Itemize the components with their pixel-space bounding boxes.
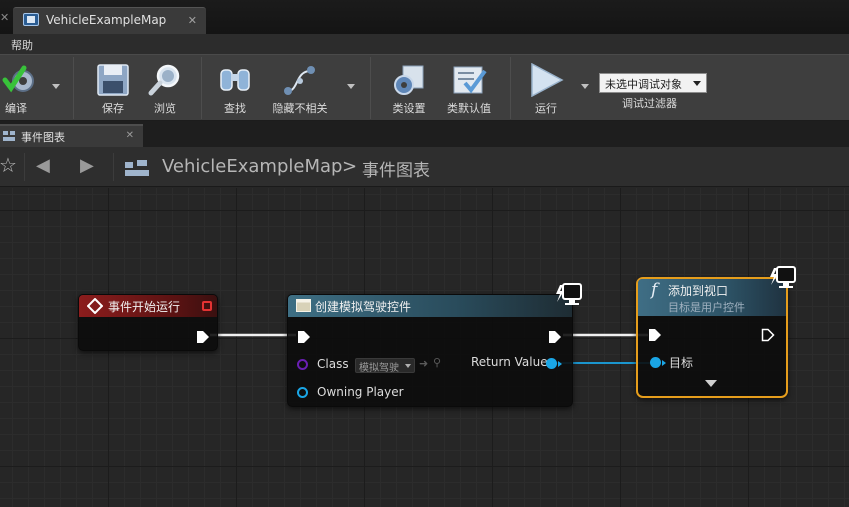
event-graph-icon [3, 131, 15, 141]
add-to-viewport-node[interactable]: f 添加到视口 目标是用户控件 目标 [636, 277, 788, 398]
widget-node-icon [296, 299, 311, 312]
exec-in-pin[interactable] [648, 328, 662, 342]
browse-asset-magnifier-icon[interactable]: ⚲ [433, 356, 441, 369]
target-pin-arrow [662, 360, 666, 366]
begin-play-title: 事件开始运行 [108, 300, 181, 314]
compile-options-dropdown[interactable] [52, 84, 60, 89]
browse-button[interactable]: 浏览 [145, 61, 185, 117]
breadcrumb-chevron: > [342, 156, 358, 177]
class-settings-gear-icon [394, 65, 424, 95]
return-value-pin[interactable] [546, 358, 557, 369]
exec-out-pin[interactable] [196, 330, 210, 344]
play-icon [531, 63, 564, 97]
debug-object-value: 未选中调试对象 [605, 78, 682, 91]
save-button[interactable]: 保存 [93, 61, 133, 117]
breadcrumb-graph[interactable]: 事件图表 [362, 156, 430, 181]
breadcrumb-separator [24, 153, 25, 181]
tab-event-graph[interactable]: 事件图表 ✕ [0, 124, 143, 147]
class-defaults-label: 类默认值 [447, 102, 491, 115]
binoculars-icon [220, 69, 250, 91]
event-diamond-icon [87, 298, 103, 314]
panel-tab-strip: 事件图表 ✕ [0, 121, 849, 147]
class-select-value: 模拟驾驶 [359, 363, 399, 374]
compile-button[interactable]: 编译 [0, 61, 40, 117]
run-button[interactable]: 运行 [525, 61, 567, 117]
tab-event-graph-label: 事件图表 [21, 131, 65, 144]
toolbar-separator [201, 57, 202, 119]
owning-player-label: Owning Player [317, 385, 404, 399]
hide-unrelated-dropdown[interactable] [347, 84, 355, 89]
close-tab-icon[interactable]: ✕ [126, 130, 134, 141]
add-to-viewport-subtitle: 目标是用户控件 [668, 301, 745, 314]
close-icon[interactable]: ✕ [0, 12, 9, 23]
forward-arrow-icon[interactable]: ▶ [80, 157, 94, 175]
function-icon: f [651, 280, 658, 300]
back-arrow-icon[interactable]: ◀ [36, 157, 50, 175]
class-settings-label: 类设置 [392, 102, 426, 115]
return-value-label: Return Value [471, 355, 548, 369]
create-widget-title: 创建模拟驾驶控件 [315, 300, 412, 314]
expand-pins-arrow-icon[interactable] [705, 380, 717, 387]
chevron-down-icon [693, 81, 701, 86]
find-button[interactable]: 查找 [215, 61, 255, 117]
save-disk-icon [97, 64, 129, 96]
blueprint-tab-icon [23, 13, 39, 26]
owning-player-pin[interactable] [297, 387, 308, 398]
toolbar-separator [510, 57, 511, 119]
hide-unrelated-button[interactable]: 隐藏不相关 [270, 61, 330, 117]
toolbar-separator [370, 57, 371, 119]
save-label: 保存 [102, 102, 124, 115]
add-to-viewport-title: 添加到视口 [668, 284, 729, 298]
toolbar: 编译 保存 浏览 查找 隐藏不相关 类设置 类默认值 运行 未选中调试对象 [0, 54, 849, 121]
favorite-star-icon[interactable]: ☆ [0, 155, 17, 175]
run-options-dropdown[interactable] [581, 84, 589, 89]
class-defaults-button[interactable]: 类默认值 [444, 61, 494, 117]
target-pin[interactable] [650, 357, 661, 368]
find-label: 查找 [224, 102, 246, 115]
class-input-pin[interactable] [297, 359, 308, 370]
network-client-icon [770, 266, 796, 288]
class-settings-button[interactable]: 类设置 [388, 61, 430, 117]
breadcrumb-map[interactable]: VehicleExampleMap [162, 156, 342, 177]
magnifier-icon [148, 64, 180, 96]
return-value-pin-arrow [558, 361, 562, 367]
target-pin-label: 目标 [669, 356, 694, 370]
blueprint-graph-icon [125, 160, 149, 176]
compile-gear-check-icon [2, 65, 34, 93]
document-tab-label: VehicleExampleMap [46, 13, 167, 27]
compile-label: 编译 [5, 102, 27, 115]
menu-bar: 帮助 [0, 34, 849, 54]
class-defaults-check-icon [453, 66, 487, 94]
close-tab-icon[interactable]: ✕ [188, 14, 197, 27]
run-label: 运行 [535, 102, 557, 115]
exec-out-pin[interactable] [548, 330, 562, 344]
exec-out-pin[interactable] [761, 328, 775, 342]
class-select[interactable]: 模拟驾驶 [355, 358, 415, 374]
begin-play-node[interactable]: 事件开始运行 [78, 294, 218, 351]
debug-filter-label: 调试过滤器 [622, 97, 677, 110]
chevron-down-icon [405, 364, 411, 368]
document-tab[interactable]: VehicleExampleMap ✕ [13, 7, 206, 34]
class-pin-label: Class [317, 357, 349, 371]
hide-unrelated-label: 隐藏不相关 [272, 102, 328, 115]
exec-in-pin[interactable] [297, 330, 311, 344]
delegate-pin-icon[interactable] [202, 301, 212, 311]
menu-help[interactable]: 帮助 [11, 37, 33, 53]
breadcrumb: ☆ ◀ ▶ VehicleExampleMap > 事件图表 [0, 147, 849, 187]
node-links-icon [284, 66, 315, 95]
create-widget-node[interactable]: 创建模拟驾驶控件 Class 模拟驾驶 ➜ ⚲ Owning Player Re… [287, 294, 573, 407]
title-bar: ✕ VehicleExampleMap ✕ [0, 0, 849, 34]
use-selected-arrow-icon[interactable]: ➜ [419, 357, 428, 370]
browse-label: 浏览 [154, 102, 176, 115]
network-client-icon [556, 283, 582, 305]
toolbar-separator [73, 57, 74, 119]
breadcrumb-separator [113, 153, 114, 181]
debug-object-select[interactable]: 未选中调试对象 [599, 73, 707, 93]
